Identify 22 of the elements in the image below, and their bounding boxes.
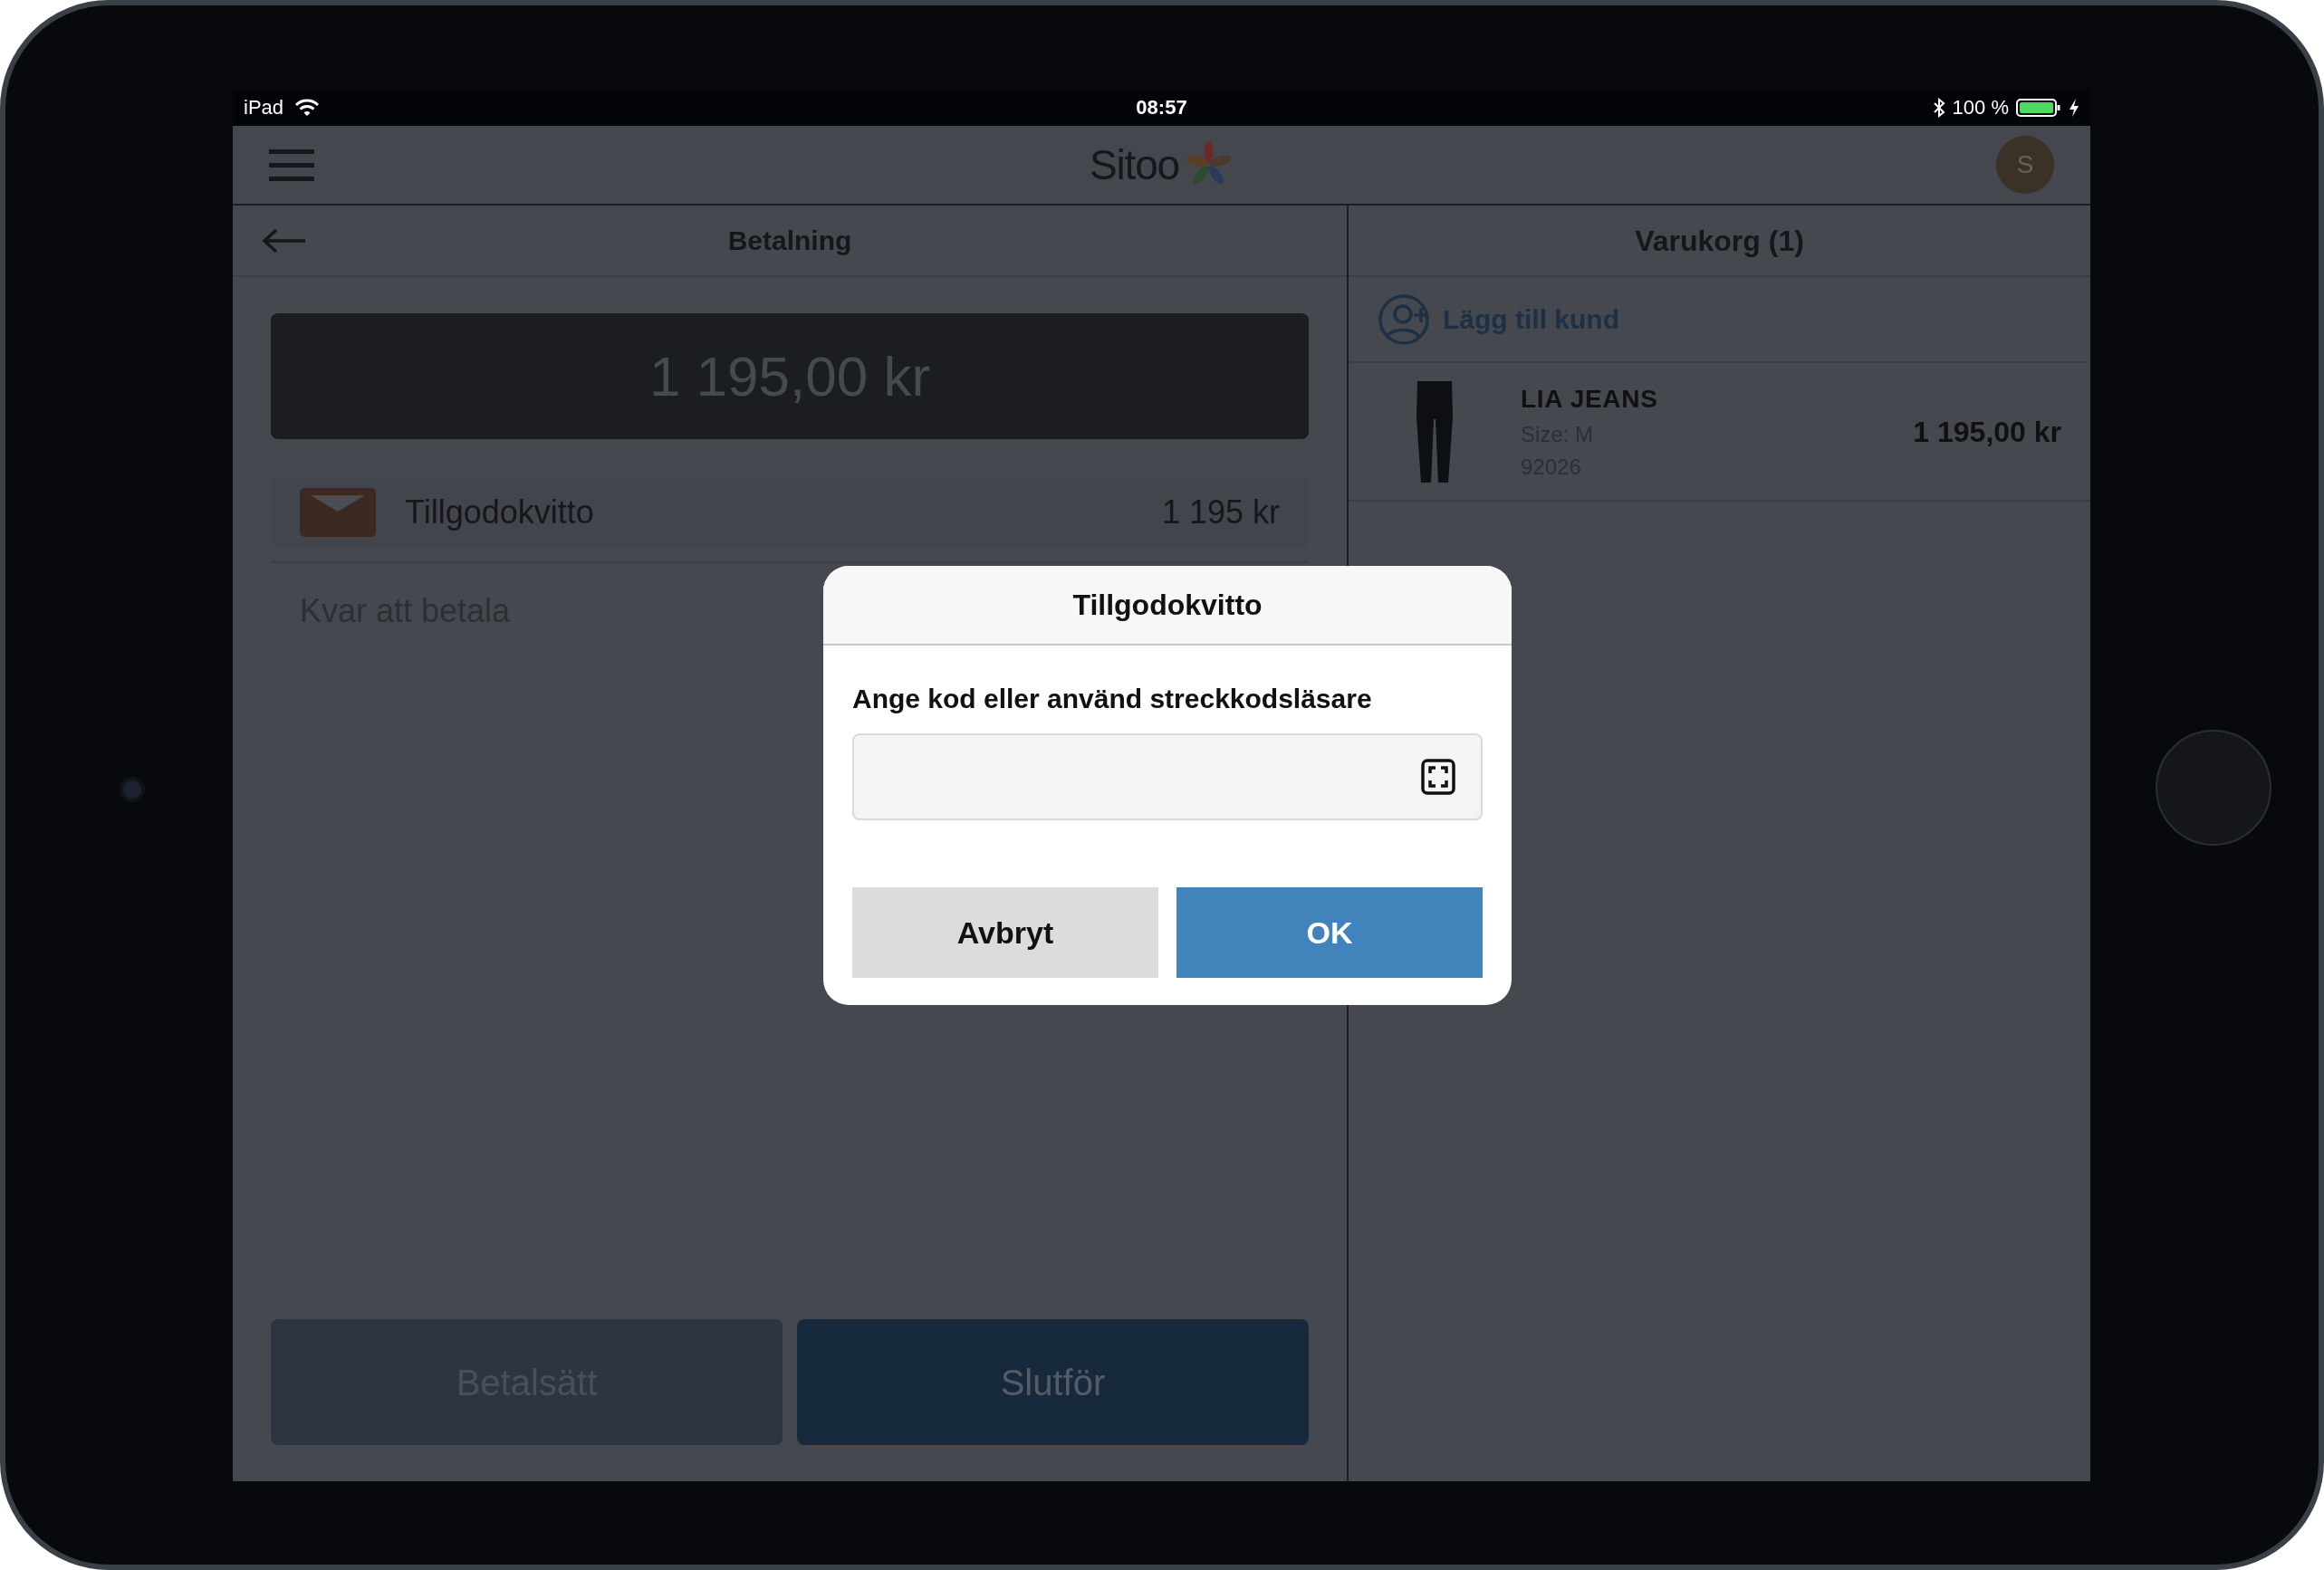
battery-icon (2016, 97, 2061, 118)
bluetooth-icon (1932, 97, 1945, 118)
envelope-icon (300, 487, 376, 537)
code-input-field[interactable] (852, 733, 1483, 820)
item-price: 1 195,00 kr (1913, 414, 2061, 450)
back-arrow-icon[interactable] (262, 226, 307, 254)
menu-icon[interactable] (269, 148, 314, 182)
battery-percentage: 100 % (1952, 95, 2009, 120)
scan-icon[interactable] (1421, 759, 1455, 795)
dialog-title: Tillgodokvitto (1072, 588, 1263, 623)
add-user-icon (1378, 292, 1432, 346)
payment-button[interactable]: Slutför (797, 1319, 1309, 1445)
ok-button[interactable]: OK (1176, 887, 1483, 978)
device-name: iPad (244, 95, 284, 120)
cancel-button[interactable]: Avbryt (852, 887, 1158, 978)
item-name: LIA JEANS (1521, 383, 1658, 415)
clock: 08:57 (1136, 95, 1187, 120)
charging-icon (2069, 97, 2079, 118)
camera-icon (120, 777, 145, 802)
prompt-text: Ange kod eller använd streckkodsläsare (852, 683, 1373, 715)
jeans-icon (1416, 380, 1454, 483)
wifi-icon (294, 97, 321, 118)
